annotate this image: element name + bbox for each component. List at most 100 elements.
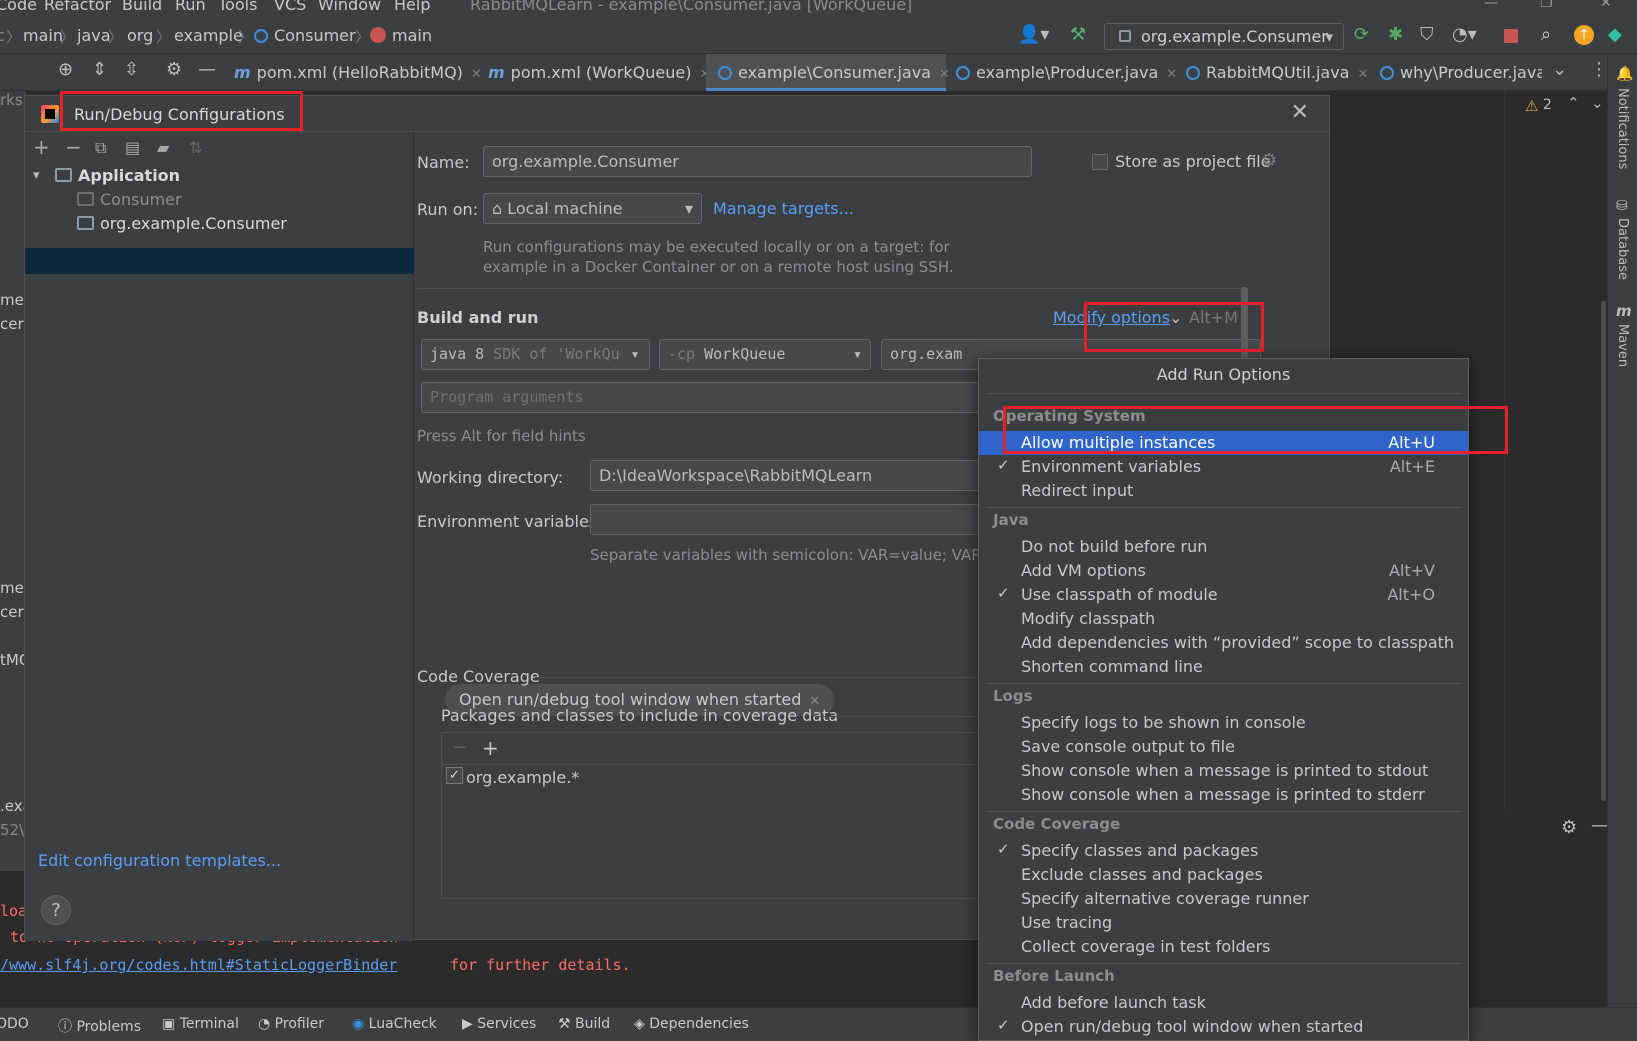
services-tool[interactable]: ▶ Services [462,1016,536,1032]
sort-icon[interactable]: ⇅ [189,138,202,157]
option-add-before-launch[interactable]: Add before launch task [979,991,1468,1015]
collapse-all-icon[interactable]: ⇳ [124,60,139,80]
tab-rabbitmqutil-java[interactable]: RabbitMQUtil.java ✕ [1186,54,1370,91]
option-do-not-build[interactable]: Do not build before run [979,535,1468,559]
maven-tool[interactable]: Maven [1615,324,1630,367]
option-show-console-stderr[interactable]: Show console when a message is printed t… [979,783,1468,807]
close-tab-icon[interactable]: ✕ [471,67,482,82]
option-use-tracing[interactable]: Use tracing [979,911,1468,935]
hide-icon[interactable]: — [198,60,216,80]
tab-why-producer-java[interactable]: why\Producer.java [1380,54,1542,91]
menu-build[interactable]: Build [122,0,162,14]
close-tab-icon[interactable]: ✕ [939,67,950,82]
menu-refactor[interactable]: Refactor [44,0,111,14]
database-icon[interactable]: ⛁ [1616,198,1628,214]
tab-consumer-java[interactable]: example\Consumer.java ✕ [706,54,950,91]
option-add-vm-options[interactable]: Add VM options Alt+V [979,559,1468,583]
notifications-tool[interactable]: Notifications [1615,88,1630,169]
crumb-java[interactable]: java [77,26,111,45]
gear-icon[interactable]: ⚙ [166,60,182,80]
crumb-main[interactable]: main [23,26,63,45]
minimize-icon[interactable]: — [1484,0,1498,11]
close-tab-icon[interactable]: ✕ [1357,67,1368,82]
manage-targets-link[interactable]: Manage targets... [713,199,854,218]
help-button[interactable]: ? [41,895,71,925]
menu-vcs[interactable]: VCS [274,0,306,14]
option-add-provided-dependencies[interactable]: Add dependencies with “provided” scope t… [979,631,1468,655]
debug-icon[interactable]: ✱ [1388,25,1403,45]
build-hammer-icon[interactable]: ⚒ [1070,25,1086,45]
toolbox-icon[interactable]: ◆ [1608,25,1622,45]
user-icon[interactable]: 👤▾ [1018,25,1049,45]
classpath-module-select[interactable]: -cp WorkQueue ▾ [659,339,871,370]
maximize-icon[interactable]: ❐ [1540,0,1553,11]
new-folder-icon[interactable]: ▰ [157,138,169,157]
edit-configuration-templates-link[interactable]: Edit configuration templates... [38,851,281,870]
console-link[interactable]: /www.slf4j.org/codes.html#StaticLoggerBi… [0,956,397,974]
build-tool[interactable]: ⚒ Build [558,1016,610,1032]
option-redirect-input[interactable]: Redirect input [979,479,1468,503]
database-tool[interactable]: Database [1615,218,1630,280]
tab-pom-hellorabbitmq[interactable]: m pom.xml (HelloRabbitMQ) ✕ [234,54,482,91]
luacheck-tool[interactable]: ◉ LuaCheck [352,1016,437,1032]
editor-scrollbar[interactable] [1601,301,1606,801]
locate-icon[interactable]: ⊕ [58,60,73,80]
gear-icon[interactable]: ⚙ [1561,817,1577,838]
todo-tool[interactable]: ODO [0,1016,29,1032]
remove-pattern-icon[interactable]: − [452,737,467,758]
coverage-icon[interactable]: ⛉ [1420,25,1434,45]
remove-icon[interactable]: − [65,135,82,159]
dependencies-tool[interactable]: ◈ Dependencies [634,1016,749,1032]
crumb-org[interactable]: org [127,26,153,45]
menu-run[interactable]: Run [175,0,206,14]
option-show-console-stdout[interactable]: Show console when a message is printed t… [979,759,1468,783]
tab-producer-java[interactable]: example\Producer.java ✕ [956,54,1177,91]
crumb-example[interactable]: example [174,26,243,45]
crumb-method-main[interactable]: main [370,26,432,45]
add-icon[interactable]: + [33,135,50,159]
tree-node-consumer[interactable]: Consumer [77,190,182,209]
close-icon[interactable]: ✕ [1291,100,1309,125]
option-exclude-classes[interactable]: Exclude classes and packages [979,863,1468,887]
menu-tools[interactable]: Tools [218,0,257,14]
profile-icon[interactable]: ◔▾ [1452,25,1477,45]
bell-icon[interactable]: 🔔 [1616,66,1633,82]
close-window-icon[interactable]: ✕ [1600,0,1612,11]
add-pattern-icon[interactable]: + [482,736,499,760]
jdk-select[interactable]: java 8 SDK of 'WorkQueue' ▾ [421,339,650,370]
stop-icon[interactable] [1504,29,1518,43]
option-save-console-output[interactable]: Save console output to file [979,735,1468,759]
terminal-tool[interactable]: ▣ Terminal [162,1016,239,1032]
update-icon[interactable]: ↑ [1574,25,1594,45]
option-open-tool-window[interactable]: ✓ Open run/debug tool window when starte… [979,1015,1468,1039]
close-tab-icon[interactable]: ✕ [1166,67,1177,82]
problems-tool[interactable]: ⓘ Problems [58,1016,141,1036]
run-on-select[interactable]: ⌂ Local machine ▾ [483,193,702,224]
tree-node-application[interactable]: Application [55,166,180,185]
copy-icon[interactable]: ⧉ [95,138,106,158]
option-shorten-command-line[interactable]: Shorten command line [979,655,1468,679]
maven-icon[interactable]: m [1616,302,1632,320]
tree-expand-icon[interactable]: ▾ [33,168,40,183]
option-specify-logs[interactable]: Specify logs to be shown in console [979,711,1468,735]
name-field[interactable]: org.example.Consumer [483,146,1032,177]
tab-pom-workqueue[interactable]: m pom.xml (WorkQueue) ✕ [488,54,710,91]
gear-icon[interactable]: ⚙ [1261,150,1277,171]
chevron-down-icon[interactable]: ⌄ [1591,94,1604,112]
store-project-checkbox[interactable] [1092,154,1108,170]
profiler-tool[interactable]: ◔ Profiler [258,1016,324,1032]
menu-code[interactable]: Code [0,0,37,14]
option-use-classpath-of-module[interactable]: ✓ Use classpath of module Alt+O [979,583,1468,607]
option-collect-test-coverage[interactable]: Collect coverage in test folders [979,935,1468,959]
chevron-up-icon[interactable]: ⌃ [1567,94,1580,112]
option-modify-classpath[interactable]: Modify classpath [979,607,1468,631]
warning-icon[interactable]: ⚠ [1525,97,1538,115]
search-icon[interactable]: ⌕ [1541,25,1551,45]
rerun-icon[interactable]: ⟳ [1354,25,1369,45]
coverage-pattern-checkbox[interactable]: ✓ [446,767,463,784]
menu-help[interactable]: Help [394,0,430,14]
crumb-consumer[interactable]: Consumer [254,26,356,45]
tree-node-org-example-consumer[interactable]: org.example.Consumer [77,214,287,233]
option-alternative-runner[interactable]: Specify alternative coverage runner [979,887,1468,911]
menu-window[interactable]: Window [318,0,381,14]
